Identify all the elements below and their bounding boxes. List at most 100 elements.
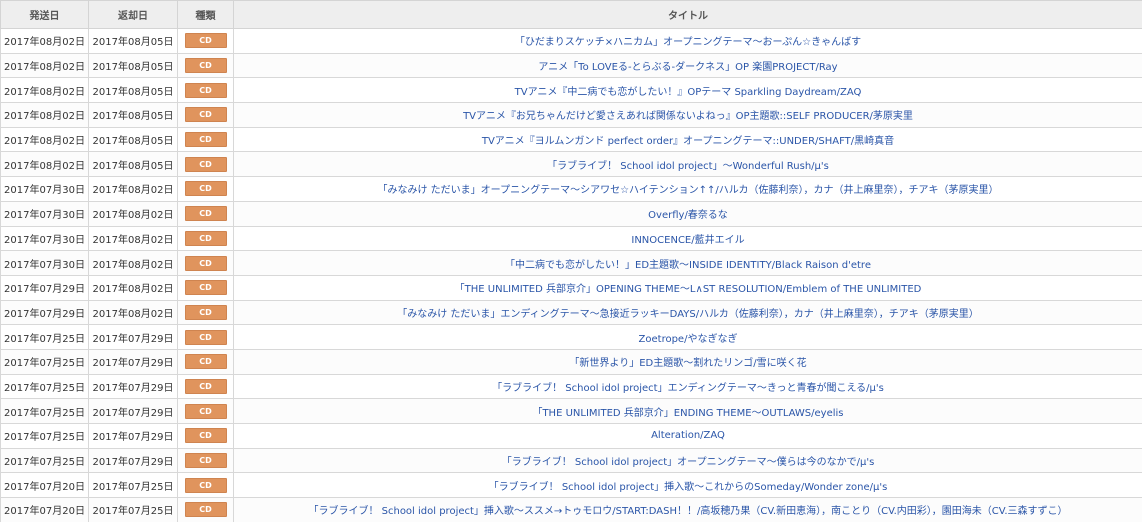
title-cell: Alteration/ZAQ (233, 423, 1142, 449)
title-cell: TVアニメ『お兄ちゃんだけど愛さえあれば関係ないよねっ』OP主題歌::SELF … (233, 102, 1142, 128)
title-link[interactable]: 「ラブライブ！ School idol project」エンディングテーマ～きっ… (492, 383, 884, 394)
media-type-badge: CD (184, 403, 227, 419)
table-row: 2017年07月25日 2017年07月29日 CD 「新世界より」ED主題歌～割れた… (0, 348, 1142, 375)
title-cell: 「ひだまりスケッチ×ハニカム」オープニングテーマ～おーぷん☆きゃんばす (233, 28, 1142, 54)
table-row: 2017年07月25日 2017年07月29日 CD 「ラブライブ！ School i… (0, 447, 1142, 474)
type-cell: CD (177, 324, 234, 350)
return-date-cell: 2017年08月05日 (88, 52, 178, 79)
send-date-cell: 2017年07月25日 (0, 348, 89, 375)
title-link[interactable]: 「新世界より」ED主題歌～割れたリンゴ/雪に咲く花 (569, 358, 806, 369)
title-link[interactable]: 「中二病でも恋がしたい！」ED主題歌～INSIDE IDENTITY/Black… (505, 260, 871, 271)
return-date-cell: 2017年08月05日 (88, 28, 178, 54)
title-link[interactable]: アニメ「To LOVEる-とらぶる-ダークネス」OP 楽園PROJECT/Ray (538, 62, 837, 73)
send-date-cell: 2017年08月02日 (0, 102, 89, 128)
return-date-cell: 2017年08月02日 (88, 225, 178, 252)
send-date-cell: 2017年07月30日 (0, 225, 89, 252)
table-row: 2017年08月02日 2017年08月05日 CD TVアニメ『お兄ちゃんだけど愛さ… (0, 102, 1142, 128)
title-link[interactable]: TVアニメ『中二病でも恋がしたい！』OPテーマ Sparkling Daydre… (515, 87, 862, 98)
title-cell: アニメ「To LOVEる-とらぶる-ダークネス」OP 楽園PROJECT/Ray (233, 52, 1142, 79)
title-cell: 「中二病でも恋がしたい！」ED主題歌～INSIDE IDENTITY/Black… (233, 250, 1142, 276)
title-cell: 「ラブライブ！ School idol project」オープニングテーマ～僕ら… (233, 447, 1142, 474)
send-date-cell: 2017年07月29日 (0, 299, 89, 326)
title-cell: INNOCENCE/藍井エイル (233, 225, 1142, 252)
send-date-cell: 2017年08月02日 (0, 126, 89, 153)
table-row: 2017年07月29日 2017年08月02日 CD 「THE UNLIMITED 兵… (0, 274, 1142, 301)
title-link[interactable]: 「THE UNLIMITED 兵部京介」ENDING THEME～OUTLAWS… (532, 408, 843, 419)
media-type-badge: CD (184, 378, 227, 394)
send-date-cell: 2017年07月29日 (0, 274, 89, 301)
type-cell: CD (177, 28, 234, 54)
title-cell: TVアニメ『ヨルムンガンド perfect order』オープニングテーマ::U… (233, 126, 1142, 153)
media-type-badge: CD (184, 181, 227, 197)
table-row: 2017年07月29日 2017年08月02日 CD 「みなみけ ただいま」エンディン… (0, 299, 1142, 326)
media-type-badge: CD (184, 453, 227, 469)
return-date-cell: 2017年08月05日 (88, 151, 178, 178)
table-row: 2017年07月25日 2017年07月29日 CD Alteration/ZAQ (0, 423, 1142, 449)
type-cell: CD (177, 151, 234, 178)
title-link[interactable]: 「ひだまりスケッチ×ハニカム」オープニングテーマ～おーぷん☆きゃんばす (515, 37, 861, 48)
title-link[interactable]: 「みなみけ ただいま」エンディングテーマ～急接近ラッキーDAYS/ハルカ（佐藤利… (397, 309, 979, 320)
table-row: 2017年07月25日 2017年07月29日 CD Zoetrope/やなぎなぎ (0, 324, 1142, 350)
media-type-badge: CD (184, 280, 227, 296)
type-cell: CD (177, 423, 234, 449)
type-cell: CD (177, 373, 234, 400)
media-type-badge: CD (184, 255, 227, 271)
table-row: 2017年07月30日 2017年08月02日 CD Overfly/春奈るな (0, 200, 1142, 227)
type-cell: CD (177, 250, 234, 276)
send-date-cell: 2017年08月02日 (0, 28, 89, 54)
type-cell: CD (177, 77, 234, 104)
return-date-cell: 2017年08月02日 (88, 274, 178, 301)
title-cell: 「ラブライブ！ School idol project」挿入歌～ススメ→トゥモロ… (233, 497, 1142, 522)
title-link[interactable]: 「みなみけ ただいま」オープニングテーマ～シアワセ☆ハイテンション↑↑/ハルカ（… (378, 185, 999, 196)
title-link[interactable]: Zoetrope/やなぎなぎ (639, 334, 738, 345)
media-type-badge: CD (184, 156, 227, 172)
type-cell: CD (177, 398, 234, 424)
title-link[interactable]: 「ラブライブ！ School idol project」オープニングテーマ～僕ら… (502, 457, 875, 468)
type-cell: CD (177, 472, 234, 499)
return-date-cell: 2017年07月25日 (88, 497, 178, 522)
table-row: 2017年08月02日 2017年08月05日 CD アニメ「To LOVEる-とらぶ… (0, 52, 1142, 79)
media-type-badge: CD (184, 502, 227, 518)
send-date-cell: 2017年07月25日 (0, 447, 89, 474)
return-date-cell: 2017年08月02日 (88, 250, 178, 276)
title-cell: TVアニメ『中二病でも恋がしたい！』OPテーマ Sparkling Daydre… (233, 77, 1142, 104)
send-date-cell: 2017年07月30日 (0, 250, 89, 276)
send-date-cell: 2017年07月25日 (0, 423, 89, 449)
title-link[interactable]: Overfly/春奈るな (648, 210, 728, 221)
header-title: タイトル (233, 0, 1142, 29)
title-link[interactable]: 「THE UNLIMITED 兵部京介」OPENING THEME～L∧ST R… (455, 284, 922, 295)
media-type-badge: CD (184, 304, 227, 320)
title-link[interactable]: INNOCENCE/藍井エイル (631, 235, 744, 246)
table-row: 2017年07月20日 2017年07月25日 CD 「ラブライブ！ School i… (0, 497, 1142, 522)
title-link[interactable]: 「ラブライブ！ School idol project」～Wonderful R… (547, 161, 829, 172)
send-date-cell: 2017年08月02日 (0, 52, 89, 79)
return-date-cell: 2017年07月29日 (88, 423, 178, 449)
title-link[interactable]: 「ラブライブ！ School idol project」挿入歌～これからのSom… (489, 482, 888, 493)
title-cell: 「THE UNLIMITED 兵部京介」OPENING THEME～L∧ST R… (233, 274, 1142, 301)
return-date-cell: 2017年07月29日 (88, 398, 178, 424)
media-type-badge: CD (184, 132, 227, 148)
title-link[interactable]: TVアニメ『お兄ちゃんだけど愛さえあれば関係ないよねっ』OP主題歌::SELF … (463, 111, 913, 122)
header-return-date: 返却日 (88, 0, 178, 29)
type-cell: CD (177, 497, 234, 522)
title-link[interactable]: Alteration/ZAQ (651, 430, 725, 441)
type-cell: CD (177, 102, 234, 128)
title-cell: Overfly/春奈るな (233, 200, 1142, 227)
return-date-cell: 2017年08月05日 (88, 77, 178, 104)
type-cell: CD (177, 200, 234, 227)
return-date-cell: 2017年08月02日 (88, 176, 178, 202)
title-link[interactable]: 「ラブライブ！ School idol project」挿入歌～ススメ→トゥモロ… (308, 506, 1067, 517)
return-date-cell: 2017年08月02日 (88, 200, 178, 227)
title-cell: 「新世界より」ED主題歌～割れたリンゴ/雪に咲く花 (233, 348, 1142, 375)
media-type-badge: CD (184, 329, 227, 345)
table-row: 2017年08月02日 2017年08月05日 CD TVアニメ『中二病でも恋がしたい… (0, 77, 1142, 104)
title-cell: 「ラブライブ！ School idol project」～Wonderful R… (233, 151, 1142, 178)
table-row: 2017年07月30日 2017年08月02日 CD 「中二病でも恋がしたい！」ED主… (0, 250, 1142, 276)
send-date-cell: 2017年07月30日 (0, 176, 89, 202)
header-row: 発送日 返却日 種類 タイトル (0, 0, 1142, 29)
media-type-badge: CD (184, 206, 227, 222)
title-link[interactable]: TVアニメ『ヨルムンガンド perfect order』オープニングテーマ::U… (482, 136, 894, 147)
table-row: 2017年07月25日 2017年07月29日 CD 「ラブライブ！ School i… (0, 373, 1142, 400)
header-type: 種類 (177, 0, 234, 29)
table-row: 2017年07月30日 2017年08月02日 CD 「みなみけ ただいま」オープニン… (0, 176, 1142, 202)
